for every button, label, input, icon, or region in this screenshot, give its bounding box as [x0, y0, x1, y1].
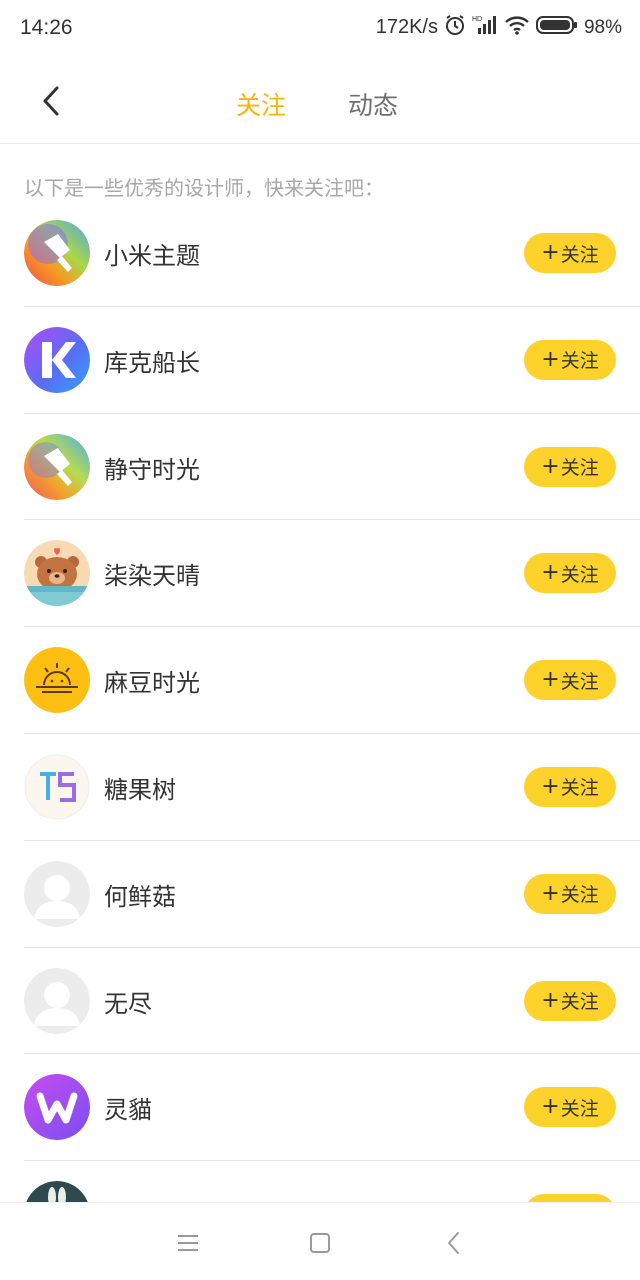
designer-name: 灵貓	[104, 1096, 152, 1125]
follow-label: 关注	[560, 991, 599, 1014]
rabbit-avatar	[24, 1181, 90, 1202]
follow-label: 关注	[560, 1097, 599, 1120]
follow-label: 关注	[560, 777, 599, 800]
menu-icon	[178, 1235, 198, 1251]
list-item[interactable]: 灵貓 + 关注	[24, 1054, 640, 1162]
ts-logo-avatar	[24, 754, 90, 820]
tab-bar: 关注 动态	[236, 86, 398, 122]
xiaomi-theme-brush-avatar	[24, 220, 90, 286]
designer-name: 静守时光	[104, 455, 200, 484]
follow-button[interactable]: +关注	[524, 446, 616, 487]
bear-avatar	[24, 540, 90, 607]
plus-icon: +	[541, 453, 560, 479]
designer-list: 小米主题 + 关注 库克船长 + 关注 静守时光 + 关注 柒染天晴 + 关注 …	[24, 200, 640, 1202]
plus-icon: +	[541, 987, 560, 1013]
battery-percent: 98%	[583, 16, 622, 38]
tab-activity[interactable]: 动态	[348, 86, 398, 122]
intro-text: 以下是一些优秀的设计师，快来关注吧：	[24, 176, 384, 200]
header: 关注 动态	[0, 60, 640, 144]
follow-button[interactable]: +关注	[524, 980, 616, 1021]
follow-button[interactable]: +关注	[524, 1194, 616, 1202]
follow-label: 关注	[560, 670, 599, 693]
wifi-icon	[504, 14, 530, 41]
follow-label: 关注	[560, 243, 599, 266]
list-item[interactable]: 库克船长 + 关注	[24, 307, 640, 414]
status-bar: 14:26 172K/s HD 98%	[0, 0, 640, 58]
plus-icon: +	[541, 240, 560, 265]
battery-icon	[535, 14, 578, 41]
designer-name: 麻豆时光	[104, 669, 200, 698]
designer-name: 小米主题	[104, 242, 200, 270]
signal-icon: HD	[472, 14, 498, 41]
alarm-icon	[444, 14, 466, 41]
k-logo-avatar	[24, 326, 90, 393]
follow-button[interactable]: +关注	[524, 233, 616, 273]
follow-button[interactable]: +关注	[524, 1087, 616, 1128]
designer-name: 库克船长	[104, 348, 200, 377]
list-item[interactable]: 麻豆时光 + 关注	[24, 627, 640, 734]
follow-button[interactable]: +关注	[524, 660, 616, 701]
follow-label: 关注	[560, 884, 599, 907]
back-button[interactable]	[30, 80, 74, 124]
follow-button[interactable]: +关注	[524, 339, 616, 380]
plus-icon: +	[541, 560, 560, 586]
plus-icon: +	[541, 346, 560, 372]
menu-button[interactable]	[174, 1229, 202, 1257]
plus-icon: +	[541, 880, 560, 906]
plus-icon: +	[541, 667, 560, 693]
home-icon	[310, 1233, 330, 1253]
follow-label: 关注	[560, 457, 599, 480]
designer-name: 无尽	[104, 989, 152, 1018]
designer-name: 柒染天晴	[104, 562, 200, 591]
brush-gradient-avatar	[24, 433, 90, 500]
follow-button[interactable]: +关注	[524, 873, 616, 914]
network-speed: 172K/s	[375, 16, 438, 38]
follow-label: 关注	[560, 350, 599, 373]
plus-icon: +	[541, 773, 560, 799]
designer-name: 何鲜菇	[104, 882, 176, 911]
w-logo-avatar	[24, 1074, 90, 1141]
default-user-avatar	[24, 967, 90, 1034]
list-item[interactable]: 无尽 + 关注	[24, 948, 640, 1055]
navigation-bar	[0, 1202, 640, 1280]
list-item[interactable]: 柒染天晴 + 关注	[24, 520, 640, 628]
back-arrow-icon	[448, 1232, 459, 1254]
home-button[interactable]	[306, 1229, 334, 1257]
follow-label: 关注	[560, 563, 599, 586]
chevron-left-icon	[43, 86, 59, 116]
list-item[interactable]: 何鲜菇 + 关注	[24, 841, 640, 948]
status-indicators: 172K/s HD 98%	[376, 14, 622, 41]
list-item[interactable]: 糖果树 + 关注	[24, 734, 640, 841]
nav-back-button[interactable]	[440, 1229, 468, 1257]
list-item[interactable]: 小米主题 + 关注	[24, 200, 640, 307]
list-item[interactable]: 静守时光 + 关注	[24, 414, 640, 521]
svg-text:HD: HD	[472, 16, 482, 23]
designer-name: 糖果树	[104, 775, 176, 804]
list-item[interactable]: +关注	[24, 1161, 640, 1202]
default-user-avatar	[24, 860, 90, 927]
plus-icon: +	[541, 1094, 560, 1120]
sunrise-avatar	[24, 647, 90, 714]
follow-button[interactable]: +关注	[524, 553, 616, 594]
follow-button[interactable]: +关注	[524, 766, 616, 807]
tab-following[interactable]: 关注	[236, 86, 286, 122]
status-time: 14:26	[20, 16, 73, 39]
